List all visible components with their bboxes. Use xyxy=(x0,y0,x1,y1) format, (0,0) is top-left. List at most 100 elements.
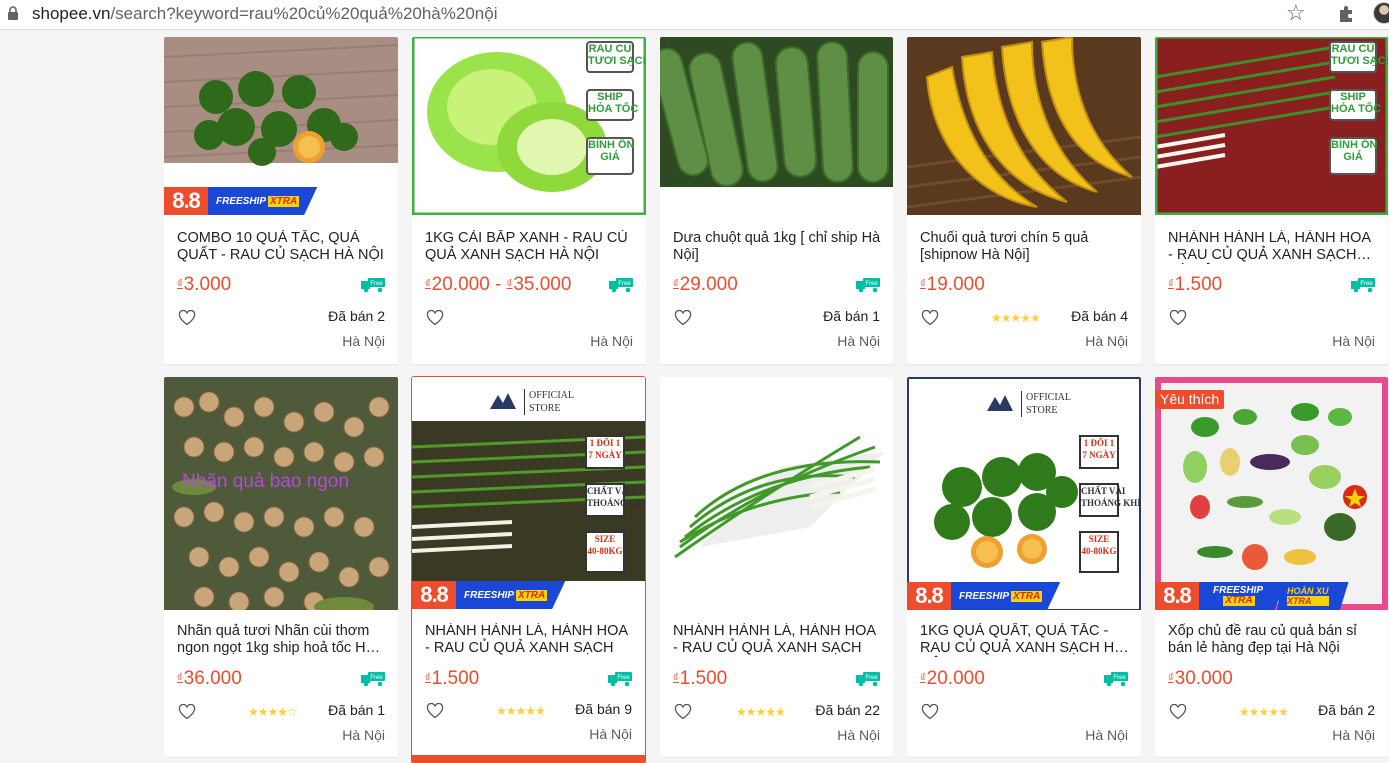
heart-icon[interactable] xyxy=(674,704,692,720)
svg-text:Free: Free xyxy=(1360,281,1373,287)
product-card[interactable]: OFFICIAL STORE 1 ĐỔI 1 7 NGÀY CHẤT VẢI TH… xyxy=(411,376,646,763)
store-logo-icon xyxy=(490,393,516,409)
product-title[interactable]: COMBO 10 QUẢ TẮC, QUẢ QUẤT - RAU CỦ SẠCH… xyxy=(177,230,386,264)
product-card[interactable]: RAU CỦ TƯƠI SẠCH SHIP HỎA TỐC BÌNH ỔN GI… xyxy=(1155,37,1388,364)
favorite-badge: Yêu thích xyxy=(1155,390,1225,409)
profile-avatar[interactable] xyxy=(1373,2,1389,24)
product-card[interactable]: 8.8 FREESHIP XTRA COMBO 10 QUẢ TẮC, QUẢ Q… xyxy=(164,37,398,364)
rating-stars: ★★★★★ xyxy=(496,704,546,718)
free-shipping-icon: Free xyxy=(608,672,632,687)
product-location: Hà Nội xyxy=(1332,333,1375,349)
product-image xyxy=(660,377,893,610)
heart-icon[interactable] xyxy=(1169,310,1187,326)
heart-icon[interactable] xyxy=(426,310,444,326)
rating-stars: ★★★★☆ xyxy=(248,705,298,719)
sold-count: Đã bán 4 xyxy=(1071,308,1128,324)
product-location: Hà Nội xyxy=(1085,333,1128,349)
heart-icon[interactable] xyxy=(178,310,196,326)
image-caption: Nhãn quả bao ngon xyxy=(182,471,349,492)
free-shipping-icon: Free xyxy=(856,672,880,687)
image-tag: RAU CỦ TƯƠI SẠCH xyxy=(1329,41,1388,73)
product-card[interactable]: OFFICIAL STORE 1 ĐỔI 1 7 NGÀY CHẤT VẢI TH… xyxy=(907,377,1141,757)
product-card[interactable]: Chuối quả tươi chín 5 quả [shipnow Hà Nộ… xyxy=(907,37,1141,364)
url-text[interactable]: shopee.vn/search?keyword=rau%20củ%20quả%… xyxy=(32,4,497,24)
heart-icon[interactable] xyxy=(921,704,939,720)
product-title[interactable]: Chuối quả tươi chín 5 quả [shipnow Hà Nộ… xyxy=(920,230,1129,264)
heart-icon[interactable] xyxy=(674,310,692,326)
product-card[interactable]: Dưa chuột quả 1kg [ chỉ ship Hà Nội] ₫29… xyxy=(660,37,893,364)
product-location: Hà Nội xyxy=(342,727,385,743)
free-shipping-icon: Free xyxy=(361,672,385,687)
promo-banner: 8.8 FREESHIP XTRA HOÀN XU XTRA xyxy=(1155,582,1380,610)
product-card[interactable]: Yêu thích 8.8 FREESHIP XTRA HOÀN XU XTRA X… xyxy=(1155,377,1388,757)
extensions-puzzle-icon[interactable] xyxy=(1337,3,1357,23)
product-title[interactable]: NHÁNH HÀNH LÁ, HÀNH HOA - RAU CỦ QUẢ XAN… xyxy=(425,623,633,657)
free-shipping-icon: Free xyxy=(609,278,633,293)
url-path: /search?keyword=rau%20củ%20quả%20hà%20nộ… xyxy=(110,4,498,23)
official-store-label: OFFICIAL STORE xyxy=(1021,391,1071,417)
product-title[interactable]: NHÁNH HÀNH LÁ, HÀNH HOA - RAU CỦ QUẢ XAN… xyxy=(1168,230,1376,264)
product-location: Hà Nội xyxy=(1332,727,1375,743)
url-host: shopee.vn xyxy=(32,4,111,23)
rating-stars: ★★★★★ xyxy=(736,705,786,719)
image-tag: BÌNH ỔN GIÁ xyxy=(586,137,634,175)
product-price: ₫36.000 xyxy=(177,668,242,689)
product-price: ₫30.000 xyxy=(1168,668,1233,689)
product-title[interactable]: 1KG QUẢ QUẤT, QUẢ TẮC - RAU CỦ QUẢ XANH … xyxy=(920,623,1129,657)
freeship-xtra-label: FREESHIP XTRA xyxy=(208,187,318,215)
store-logo-icon xyxy=(987,395,1013,411)
rating-stars: ★★★★★ xyxy=(1239,705,1289,719)
sold-count: Đã bán 1 xyxy=(328,702,385,718)
image-tag: BÌNH ỔN GIÁ xyxy=(1329,137,1377,175)
promo-88-label: 8.8 xyxy=(907,582,951,610)
product-price: ₫1.500 xyxy=(673,668,728,689)
product-card[interactable]: RAU CỦ TƯƠI SẠCH SHIP HỎA TỐC BÌNH ỔN GI… xyxy=(412,37,646,364)
product-location: Hà Nội xyxy=(342,333,385,349)
heart-icon[interactable] xyxy=(178,704,196,720)
heart-icon[interactable] xyxy=(1169,704,1187,720)
svg-text:Free: Free xyxy=(370,675,383,681)
image-tag: CHẤT VẢI THOÁNG KHÍ xyxy=(585,483,645,517)
product-image xyxy=(1155,377,1388,610)
product-title[interactable]: 1KG CẢI BẮP XANH - RAU CỦ QUẢ XANH SẠCH … xyxy=(425,230,634,264)
promo-banner: 8.8 FREESHIP XTRA xyxy=(907,582,1061,610)
image-tag: SHIP HỎA TỐC xyxy=(586,89,638,121)
image-tag: RAU CỦ TƯƠI SẠCH xyxy=(586,41,646,73)
promo-banner: 8.8 FREESHIP XTRA xyxy=(412,581,566,609)
product-price: ₫1.500 xyxy=(1168,274,1223,295)
svg-text:Free: Free xyxy=(617,675,630,681)
sold-count: Đã bán 1 xyxy=(823,308,880,324)
product-location: Hà Nội xyxy=(589,726,632,742)
browser-address-bar[interactable]: shopee.vn/search?keyword=rau%20củ%20quả%… xyxy=(0,0,1389,30)
image-tag: 1 ĐỔI 1 7 NGÀY xyxy=(1079,435,1119,469)
product-card[interactable]: Nhãn quả bao ngon Nhãn quả tươi Nhãn cùi… xyxy=(164,377,398,757)
heart-icon[interactable] xyxy=(921,310,939,326)
sold-count: Đã bán 2 xyxy=(328,308,385,324)
product-price: ₫20.000 xyxy=(920,668,985,689)
product-image xyxy=(660,37,893,215)
image-tag: CHẤT VẢI THOÁNG KHÍ xyxy=(1079,483,1141,517)
sold-count: Đã bán 22 xyxy=(815,702,880,718)
product-title[interactable]: NHÁNH HÀNH LÁ, HÀNH HOA - RAU CỦ QUẢ XAN… xyxy=(673,623,881,657)
svg-text:Free: Free xyxy=(618,281,631,287)
bookmark-star-icon[interactable]: ☆ xyxy=(1286,2,1306,24)
product-card[interactable]: NHÁNH HÀNH LÁ, HÀNH HOA - RAU CỦ QUẢ XAN… xyxy=(660,377,893,757)
svg-text:Free: Free xyxy=(865,281,878,287)
sold-count: Đã bán 2 xyxy=(1318,702,1375,718)
svg-text:Free: Free xyxy=(1113,675,1126,681)
image-tag: SIZE 40-80KG xyxy=(1079,531,1119,573)
find-similar-bar[interactable] xyxy=(412,755,645,763)
freeship-xtra-label: FREESHIP XTRA xyxy=(456,581,566,609)
product-title[interactable]: Xốp chủ đề rau củ quả bán sỉ bán lẻ hàng… xyxy=(1168,623,1376,657)
image-tag: 1 ĐỔI 1 7 NGÀY xyxy=(585,435,625,469)
free-shipping-icon: Free xyxy=(1351,278,1375,293)
promo-88-label: 8.8 xyxy=(1155,582,1199,610)
coin-back-label: HOÀN XU XTRA xyxy=(1277,582,1349,610)
heart-icon[interactable] xyxy=(426,703,444,719)
svg-text:Free: Free xyxy=(865,675,878,681)
official-store-header: OFFICIAL STORE xyxy=(412,377,645,421)
promo-88-label: 8.8 xyxy=(164,187,208,215)
product-title[interactable]: Dưa chuột quả 1kg [ chỉ ship Hà Nội] xyxy=(673,230,881,264)
product-title[interactable]: Nhãn quả tươi Nhãn cùi thơm ngon ngọt 1k… xyxy=(177,623,386,657)
free-shipping-icon: Free xyxy=(1104,672,1128,687)
